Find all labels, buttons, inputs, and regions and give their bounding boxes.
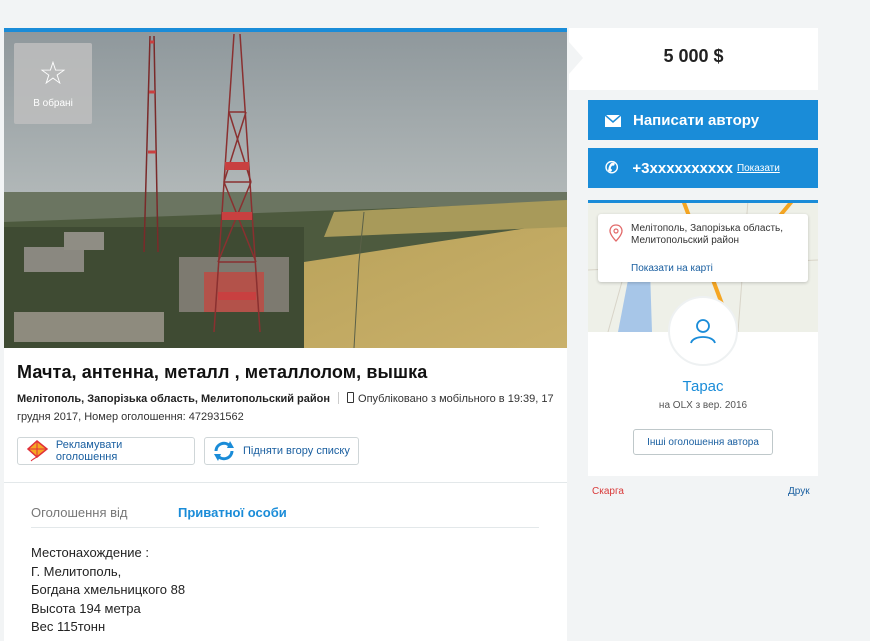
listing-description: Местонахождение : Г. Мелитополь, Богдана… bbox=[31, 544, 185, 637]
favorite-button[interactable]: ☆ В обрані bbox=[14, 43, 92, 124]
meta-divider bbox=[338, 392, 340, 404]
other-ads-button[interactable]: Інші оголошення автора bbox=[633, 429, 773, 455]
phone-number: +3xxxxxxxxxx bbox=[632, 159, 733, 177]
listing-meta: Мелітополь, Запорізька область, Мелитопо… bbox=[17, 390, 557, 426]
description-line: Богдана хмельницкого 88 bbox=[31, 582, 186, 597]
user-name[interactable]: Тарас bbox=[588, 378, 818, 395]
map-address: Мелітополь, Запорізька область, Мелитопо… bbox=[631, 223, 784, 246]
avatar[interactable] bbox=[668, 296, 738, 366]
details-row-seller-type: Оголошення від Приватної особи bbox=[31, 502, 539, 528]
price-box: 5 000 $ bbox=[569, 28, 818, 90]
promote-ad-button[interactable]: Рекламувати оголошення bbox=[17, 437, 195, 465]
phone-button[interactable]: ✆ +3xxxxxxxxxx Показати bbox=[588, 148, 818, 188]
description-line: Высота 194 метра bbox=[31, 600, 141, 616]
bump-ad-label: Підняти вгору списку bbox=[243, 445, 350, 457]
print-link[interactable]: Друк bbox=[788, 486, 810, 497]
phone-icon: ✆ bbox=[605, 160, 619, 177]
user-since: на OLX з вер. 2016 bbox=[658, 400, 748, 411]
price: 5 000 $ bbox=[663, 46, 724, 66]
map-pin-icon bbox=[609, 224, 623, 247]
details-value[interactable]: Приватної особи bbox=[178, 505, 287, 520]
description-line: Г. Мелитополь, bbox=[31, 563, 122, 579]
mobile-phone-icon bbox=[347, 392, 355, 403]
favorite-label: В обрані bbox=[33, 98, 73, 109]
listing-title: Мачта, антенна, металл , металлолом, выш… bbox=[17, 362, 428, 382]
published-source: Опубліковано з мобільного bbox=[358, 393, 496, 405]
description-line: Вес 115тонн bbox=[31, 619, 106, 634]
envelope-icon bbox=[604, 114, 622, 127]
section-divider bbox=[4, 482, 567, 483]
listing-card: ☆ В обрані Мачта, антенна, металл , мета… bbox=[4, 28, 567, 641]
bump-ad-button[interactable]: Підняти вгору списку bbox=[204, 437, 359, 465]
listing-location[interactable]: Мелітополь, Запорізька область, Мелитопо… bbox=[17, 393, 330, 405]
user-icon bbox=[690, 319, 716, 344]
message-author-label: Написати автору bbox=[633, 111, 760, 129]
refresh-icon bbox=[211, 440, 237, 462]
phone-show-link[interactable]: Показати bbox=[737, 163, 780, 174]
description-line: Местонахождение : bbox=[31, 545, 149, 560]
user-card: Мелітополь, Запорізька область, Мелитопо… bbox=[588, 200, 818, 476]
promote-ad-label: Рекламувати оголошення bbox=[55, 439, 123, 463]
details-label: Оголошення від bbox=[31, 505, 128, 520]
map-popup: Мелітополь, Запорізька область, Мелитопо… bbox=[598, 214, 808, 282]
star-icon: ☆ bbox=[38, 55, 68, 91]
show-on-map-link[interactable]: Показати на карті bbox=[631, 263, 713, 274]
listing-photo[interactable]: ☆ В обрані bbox=[4, 32, 567, 348]
kite-icon bbox=[24, 440, 50, 462]
message-author-button[interactable]: Написати автору bbox=[588, 100, 818, 140]
complain-link[interactable]: Скарга bbox=[592, 486, 624, 497]
